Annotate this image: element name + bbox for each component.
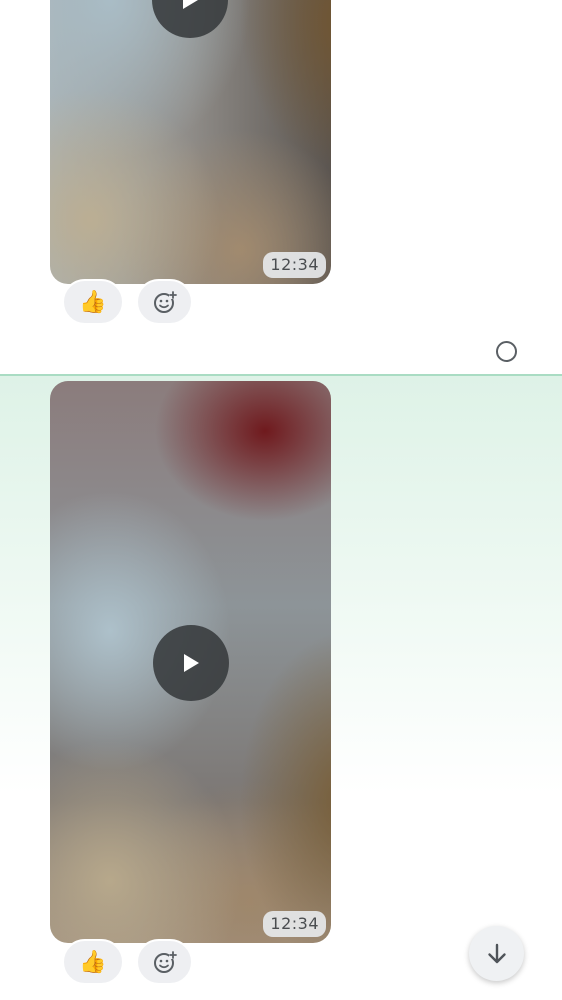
play-icon (184, 654, 199, 672)
radio-unselected-icon[interactable] (496, 341, 517, 362)
play-button[interactable] (152, 0, 228, 38)
video-duration: 12:34 (263, 252, 326, 278)
add-reaction-icon (153, 951, 177, 973)
add-reaction-button[interactable] (136, 939, 193, 985)
play-button[interactable] (153, 625, 229, 701)
video-message[interactable]: 12:34 (50, 0, 331, 284)
arrow-down-icon (487, 943, 506, 963)
reaction-bar: 👍 (62, 279, 193, 325)
add-reaction-button[interactable] (136, 279, 193, 325)
play-icon (183, 0, 198, 9)
thumbs-up-reaction-button[interactable]: 👍 (62, 279, 124, 325)
reaction-bar: 👍 (62, 939, 193, 985)
thumbs-up-icon: 👍 (79, 289, 107, 314)
add-reaction-icon (153, 291, 177, 313)
thumbs-up-icon: 👍 (79, 949, 107, 974)
video-message[interactable]: 12:34 (50, 381, 331, 943)
video-duration: 12:34 (263, 911, 326, 937)
chat-screen: 12:34 👍 12:34 👍 (0, 0, 562, 1000)
scroll-to-bottom-button[interactable] (469, 926, 524, 981)
thumbs-up-reaction-button[interactable]: 👍 (62, 939, 124, 985)
